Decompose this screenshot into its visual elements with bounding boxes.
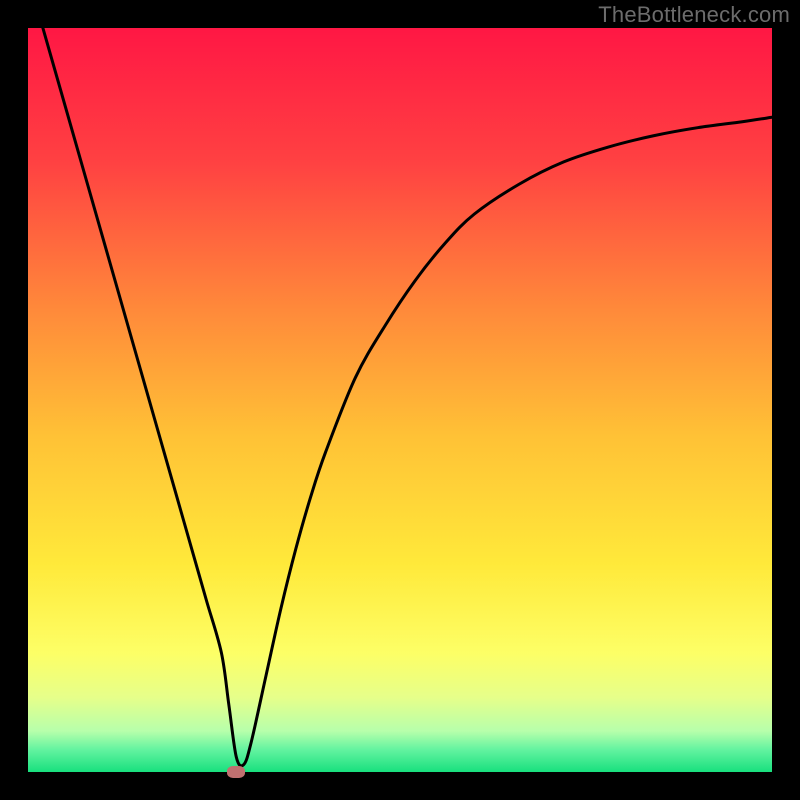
gradient-background (28, 28, 772, 772)
watermark-text: TheBottleneck.com (598, 2, 790, 28)
chart-frame: TheBottleneck.com (0, 0, 800, 800)
bottleneck-plot (28, 28, 772, 772)
minimum-marker (227, 766, 245, 778)
